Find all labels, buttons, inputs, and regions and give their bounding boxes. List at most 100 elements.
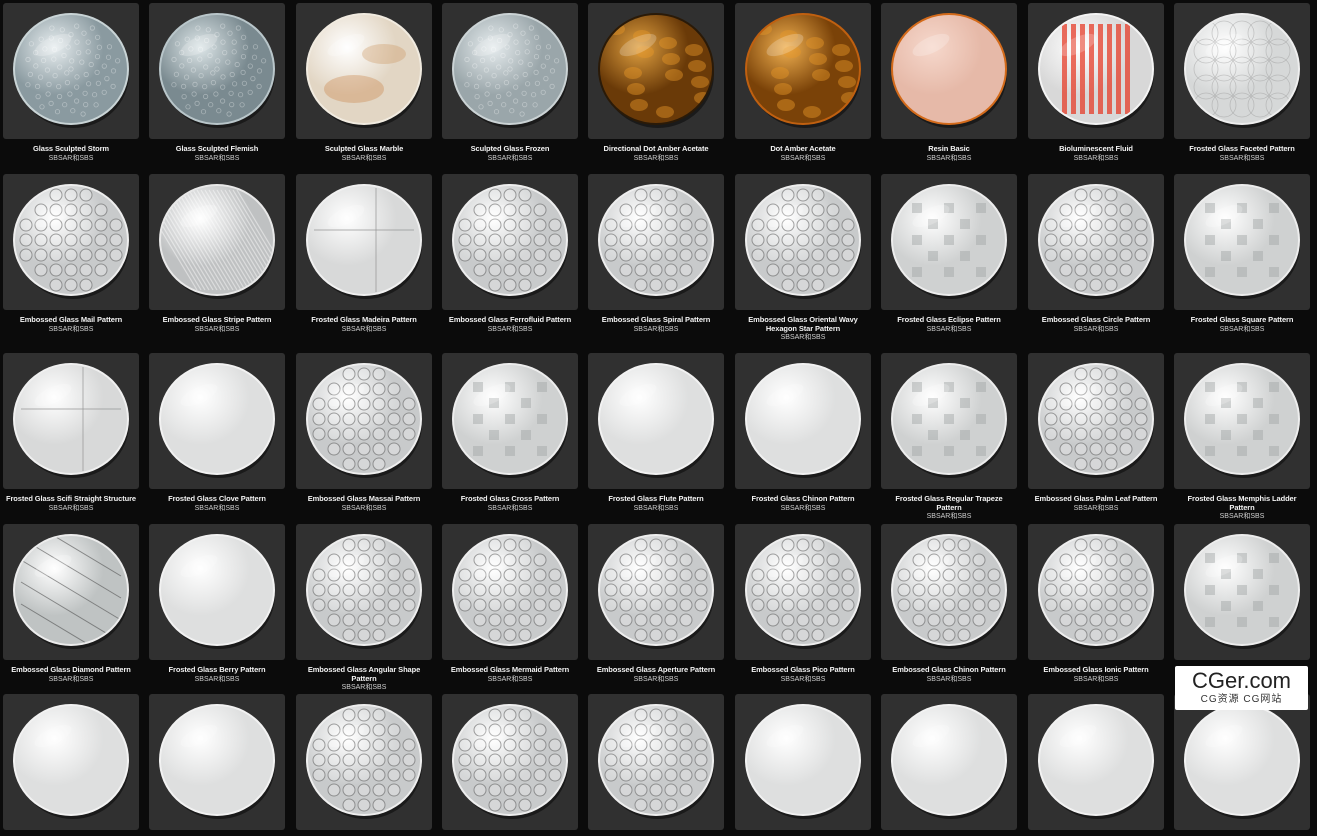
- material-card[interactable]: Embossed Glass Oriental Wavy Hexagon Sta…: [735, 174, 871, 342]
- material-thumbnail[interactable]: [442, 174, 578, 310]
- material-card[interactable]: Frosted Glass Berry Pattern SBSAR和SBS: [149, 524, 285, 684]
- material-thumbnail[interactable]: [735, 694, 871, 830]
- material-thumbnail[interactable]: [296, 174, 432, 310]
- material-thumbnail[interactable]: [1174, 524, 1310, 660]
- material-thumbnail[interactable]: [1028, 353, 1164, 489]
- material-card[interactable]: Embossed Glass Palm Leaf Pattern SBSAR和SB…: [1028, 353, 1164, 513]
- material-thumbnail[interactable]: [296, 353, 432, 489]
- material-card[interactable]: Embossed Glass Circle Pattern SBSAR和SBS: [1028, 174, 1164, 334]
- material-card[interactable]: Embossed Glass Stripe Pattern SBSAR和SBS: [149, 174, 285, 334]
- material-card[interactable]: Frosted Glass Memphis Ladder Pattern SBSA…: [1174, 353, 1310, 521]
- material-card[interactable]: [1174, 694, 1310, 836]
- material-name: Bioluminescent Fluid: [1059, 144, 1133, 153]
- material-card[interactable]: [1028, 694, 1164, 836]
- material-card[interactable]: Frosted Glass Clove Pattern SBSAR和SBS: [149, 353, 285, 513]
- material-thumbnail[interactable]: [1028, 3, 1164, 139]
- material-thumbnail[interactable]: [588, 174, 724, 310]
- material-thumbnail[interactable]: [588, 353, 724, 489]
- material-thumbnail[interactable]: [1174, 3, 1310, 139]
- material-card[interactable]: Embossed Glass Ionic Pattern SBSAR和SBS: [1028, 524, 1164, 684]
- material-thumbnail[interactable]: [149, 3, 285, 139]
- material-card[interactable]: Embossed Glass Pico Pattern SBSAR和SBS: [735, 524, 871, 684]
- material-card[interactable]: Sculpted Glass Marble SBSAR和SBS: [296, 3, 432, 163]
- material-name: Frosted Glass Regular Trapeze Pattern: [895, 494, 1003, 512]
- material-card[interactable]: Embossed Glass Ferrofluid Pattern SBSAR和S…: [442, 174, 578, 334]
- material-thumbnail[interactable]: [3, 694, 139, 830]
- material-card[interactable]: Frosted Glass Square Pattern SBSAR和SBS: [1174, 174, 1310, 334]
- material-card[interactable]: Resin Basic SBSAR和SBS: [881, 3, 1017, 163]
- material-thumbnail[interactable]: [735, 353, 871, 489]
- material-thumbnail[interactable]: [1028, 694, 1164, 830]
- material-thumbnail[interactable]: [442, 694, 578, 830]
- material-name: Embossed Glass Spiral Pattern: [601, 315, 711, 324]
- material-card[interactable]: [1174, 524, 1310, 666]
- material-card[interactable]: Embossed Glass Spiral Pattern SBSAR和SBS: [588, 174, 724, 334]
- material-card[interactable]: Frosted Glass Scifi Straight Structure SB…: [3, 353, 139, 513]
- material-thumbnail[interactable]: [588, 3, 724, 139]
- material-thumbnail[interactable]: [588, 694, 724, 830]
- material-card[interactable]: [149, 694, 285, 836]
- material-card[interactable]: Frosted Glass Chinon Pattern SBSAR和SBS: [735, 353, 871, 513]
- material-card[interactable]: [3, 694, 139, 836]
- material-card[interactable]: Frosted Glass Cross Pattern SBSAR和SBS: [442, 353, 578, 513]
- material-thumbnail[interactable]: [1028, 524, 1164, 660]
- material-card[interactable]: Embossed Glass Mail Pattern SBSAR和SBS: [3, 174, 139, 334]
- material-thumbnail[interactable]: [1174, 353, 1310, 489]
- material-card[interactable]: Embossed Glass Massai Pattern SBSAR和SBS: [296, 353, 432, 513]
- material-card[interactable]: [442, 694, 578, 836]
- material-thumbnail[interactable]: [881, 3, 1017, 139]
- material-thumbnail[interactable]: [442, 524, 578, 660]
- material-card[interactable]: Directional Dot Amber Acetate SBSAR和SBS: [588, 3, 724, 163]
- material-thumbnail[interactable]: [735, 3, 871, 139]
- material-card[interactable]: Glass Sculpted Storm SBSAR和SBS: [3, 3, 139, 163]
- material-thumbnail[interactable]: [149, 174, 285, 310]
- material-name: Embossed Glass Circle Pattern: [1041, 315, 1151, 324]
- material-thumbnail[interactable]: [1028, 174, 1164, 310]
- material-card[interactable]: Glass Sculpted Flemish SBSAR和SBS: [149, 3, 285, 163]
- material-thumbnail[interactable]: [735, 524, 871, 660]
- material-card[interactable]: Dot Amber Acetate SBSAR和SBS: [735, 3, 871, 163]
- watermark-sub-text: CG资源 CG网站: [1200, 694, 1283, 705]
- material-thumbnail[interactable]: [1174, 174, 1310, 310]
- material-card[interactable]: Frosted Glass Eclipse Pattern SBSAR和SBS: [881, 174, 1017, 334]
- material-thumbnail[interactable]: [3, 174, 139, 310]
- material-thumbnail[interactable]: [588, 524, 724, 660]
- material-thumbnail[interactable]: [442, 3, 578, 139]
- material-card[interactable]: Embossed Glass Chinon Pattern SBSAR和SBS: [881, 524, 1017, 684]
- material-card[interactable]: Embossed Glass Angular Shape Pattern SBSA…: [296, 524, 432, 692]
- material-card[interactable]: Frosted Glass Regular Trapeze Pattern SBS…: [881, 353, 1017, 521]
- material-card[interactable]: [735, 694, 871, 836]
- material-card[interactable]: [588, 694, 724, 836]
- material-thumbnail[interactable]: [3, 353, 139, 489]
- material-card[interactable]: Sculpted Glass Frozen SBSAR和SBS: [442, 3, 578, 163]
- material-thumbnail[interactable]: [149, 353, 285, 489]
- material-thumbnail[interactable]: [1174, 694, 1310, 830]
- material-thumbnail[interactable]: [296, 694, 432, 830]
- material-thumbnail[interactable]: [3, 524, 139, 660]
- material-card[interactable]: Frosted Glass Faceted Pattern SBSAR和SBS: [1174, 3, 1310, 163]
- material-thumbnail[interactable]: [881, 174, 1017, 310]
- material-thumbnail[interactable]: [149, 694, 285, 830]
- material-card[interactable]: [881, 694, 1017, 836]
- material-card[interactable]: Bioluminescent Fluid SBSAR和SBS: [1028, 3, 1164, 163]
- material-thumbnail[interactable]: [881, 353, 1017, 489]
- material-thumbnail[interactable]: [735, 174, 871, 310]
- material-thumbnail[interactable]: [296, 3, 432, 139]
- material-thumbnail[interactable]: [881, 524, 1017, 660]
- material-card[interactable]: Frosted Glass Flute Pattern SBSAR和SBS: [588, 353, 724, 513]
- material-name: Embossed Glass Mermaid Pattern: [450, 665, 570, 674]
- material-name: Embossed Glass Oriental Wavy Hexagon Sta…: [748, 315, 858, 333]
- material-name: Frosted Glass Scifi Straight Structure: [6, 494, 136, 503]
- material-thumbnail[interactable]: [881, 694, 1017, 830]
- material-card[interactable]: Frosted Glass Madeira Pattern SBSAR和SBS: [296, 174, 432, 334]
- material-card[interactable]: [296, 694, 432, 836]
- material-thumbnail[interactable]: [149, 524, 285, 660]
- material-thumbnail[interactable]: [296, 524, 432, 660]
- material-format: SBSAR和SBS: [194, 675, 240, 683]
- material-card[interactable]: Embossed Glass Aperture Pattern SBSAR和SBS: [588, 524, 724, 684]
- material-card[interactable]: Embossed Glass Mermaid Pattern SBSAR和SBS: [442, 524, 578, 684]
- material-thumbnail[interactable]: [3, 3, 139, 139]
- material-thumbnail[interactable]: [442, 353, 578, 489]
- material-card[interactable]: Embossed Glass Diamond Pattern SBSAR和SBS: [3, 524, 139, 684]
- material-format: SBSAR和SBS: [341, 684, 387, 691]
